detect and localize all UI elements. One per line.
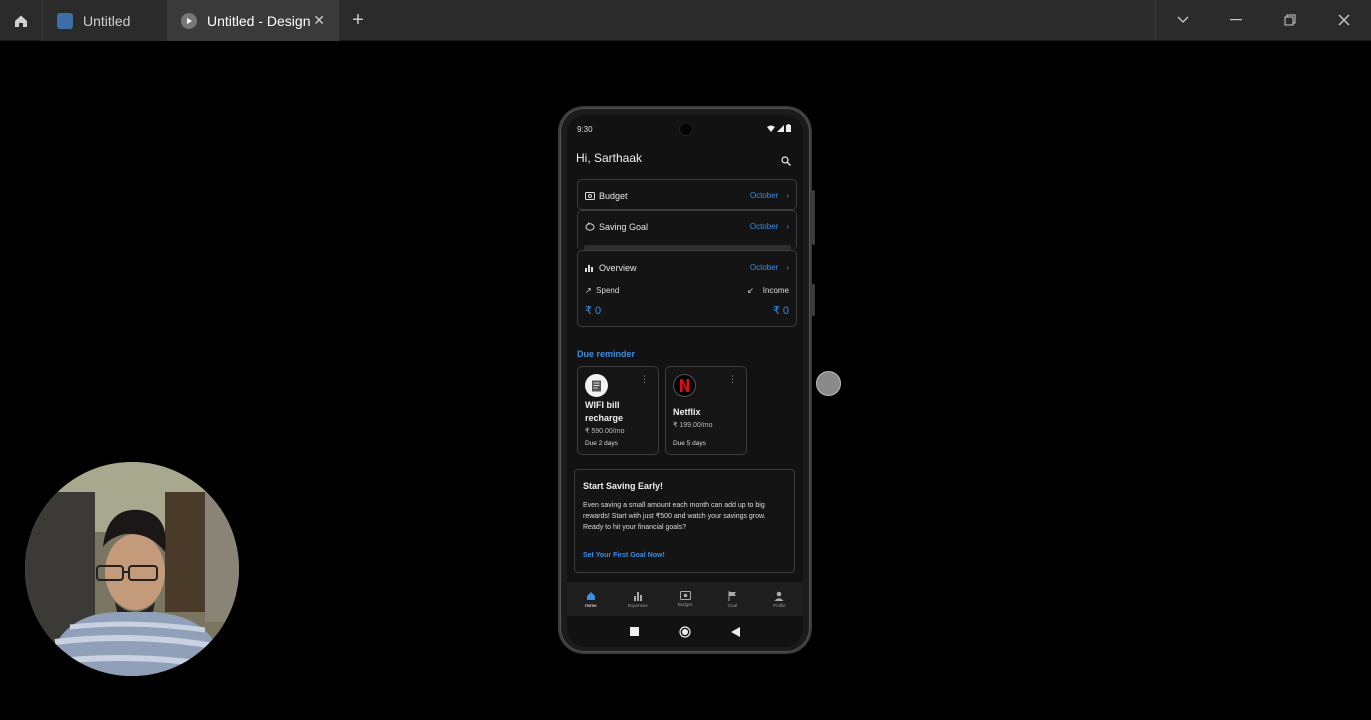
overview-month: October [749, 263, 779, 272]
volume-button [812, 190, 815, 245]
piggy-bank-icon [585, 222, 595, 231]
saving-goal-label: Saving Goal [599, 221, 649, 232]
netflix-logo-icon [673, 374, 696, 397]
bar-chart-icon [585, 264, 595, 272]
overview-label: Overview [599, 262, 637, 273]
saving-promo-card: Start Saving Early! Even saving a small … [574, 469, 795, 573]
reminder-price: ₹ 199.00/mo [673, 422, 713, 429]
saving-goal-month: October [749, 222, 779, 231]
restore-icon [1284, 14, 1296, 26]
close-icon [1338, 14, 1350, 26]
flag-icon [728, 590, 736, 601]
nav-home[interactable]: Home [567, 582, 614, 616]
tabs-dropdown-button[interactable] [1155, 0, 1209, 40]
back-icon[interactable] [731, 626, 740, 637]
reminder-card-netflix[interactable]: ⋮ Netflix ₹ 199.00/mo Due 5 days [665, 366, 747, 455]
restore-button[interactable] [1263, 0, 1317, 40]
nav-goal[interactable]: Goal [709, 582, 756, 616]
minimize-button[interactable] [1209, 0, 1263, 40]
arrow-down-left-icon: ↙ [747, 286, 754, 295]
tab-untitled[interactable]: Untitled [43, 0, 167, 41]
camera-cutout [679, 122, 693, 136]
reminder-name: WIFI bill recharge [585, 400, 624, 423]
bar-chart-icon [633, 591, 642, 601]
spend-amount: ₹ 0 [585, 305, 602, 317]
plus-icon: + [352, 8, 364, 31]
promo-body: Even saving a small amount each month ca… [583, 502, 766, 531]
due-reminder-title: Due reminder [577, 349, 636, 359]
chevron-right-icon: › [786, 222, 789, 231]
power-button [812, 284, 815, 316]
bill-icon [585, 374, 608, 397]
set-goal-link[interactable]: Set Your First Goal Now! [583, 552, 665, 559]
budget-card[interactable]: Budget October › [577, 179, 797, 210]
status-time: 9:30 [577, 125, 593, 134]
nav-expenses[interactable]: Expenses [614, 582, 661, 616]
close-window-button[interactable] [1317, 0, 1371, 40]
close-icon[interactable]: ✕ [313, 12, 325, 29]
more-vertical-icon[interactable]: ⋮ [640, 374, 649, 385]
budget-month: October [749, 191, 779, 200]
search-button[interactable] [781, 153, 791, 171]
wallet-icon [585, 191, 595, 200]
arrow-up-right-icon: ↗ [585, 286, 592, 295]
nav-profile[interactable]: Profile [756, 582, 803, 616]
more-vertical-icon[interactable]: ⋮ [728, 374, 737, 385]
tab-untitled-design[interactable]: Untitled - Design ✕ [167, 0, 339, 41]
play-icon [181, 12, 197, 29]
saving-goal-card[interactable]: Saving Goal October › [577, 210, 797, 251]
overview-card[interactable]: Overview October › ↗ Spend ↙ Income ₹ 0 … [577, 250, 797, 327]
home-button[interactable] [0, 0, 43, 41]
webcam-person-image [25, 462, 239, 676]
reminder-card-wifi[interactable]: ⋮ WIFI bill recharge ₹ 590.00/mo Due 2 d… [577, 366, 659, 455]
cursor-indicator [816, 371, 841, 396]
person-icon [774, 591, 784, 601]
reminder-name: Netflix [673, 407, 701, 417]
minimize-icon [1230, 19, 1242, 21]
reminder-due: Due 5 days [673, 440, 706, 447]
reminder-price: ₹ 590.00/mo [585, 428, 625, 435]
chevron-down-icon [1177, 16, 1188, 23]
income-label: Income [762, 286, 789, 295]
chevron-right-icon: › [786, 191, 789, 200]
tab-label: Untitled [83, 12, 131, 29]
bottom-navigation: Home Expenses Budget Goal Profile [567, 582, 803, 616]
wallet-icon [679, 591, 691, 600]
figma-file-icon [57, 12, 73, 29]
recents-icon[interactable] [630, 627, 639, 636]
reminder-due: Due 2 days [585, 440, 618, 447]
wifi-icon [767, 125, 775, 132]
title-bar: Untitled Untitled - Design ✕ + [0, 0, 1371, 41]
search-icon [781, 156, 791, 166]
webcam-overlay [25, 462, 239, 676]
phone-screen: 9:30 Hi, Sarthaak Budget October › Savin… [567, 115, 803, 647]
spend-label: Spend [596, 286, 620, 295]
home-circle-icon[interactable] [679, 625, 691, 638]
home-icon [586, 591, 595, 600]
battery-icon [786, 124, 791, 132]
tab-label: Untitled - Design [207, 12, 311, 29]
chevron-right-icon: › [786, 263, 789, 272]
phone-frame: 9:30 Hi, Sarthaak Budget October › Savin… [558, 106, 815, 654]
status-bar: 9:30 [567, 115, 803, 141]
greeting-title: Hi, Sarthaak [576, 151, 643, 165]
income-amount: ₹ 0 [772, 305, 789, 317]
budget-label: Budget [599, 190, 628, 201]
new-tab-button[interactable]: + [339, 0, 377, 40]
nav-budget[interactable]: Budget [661, 582, 708, 616]
system-navigation [567, 616, 803, 647]
home-icon [15, 15, 27, 27]
signal-icon [777, 124, 784, 132]
promo-title: Start Saving Early! [583, 481, 664, 491]
